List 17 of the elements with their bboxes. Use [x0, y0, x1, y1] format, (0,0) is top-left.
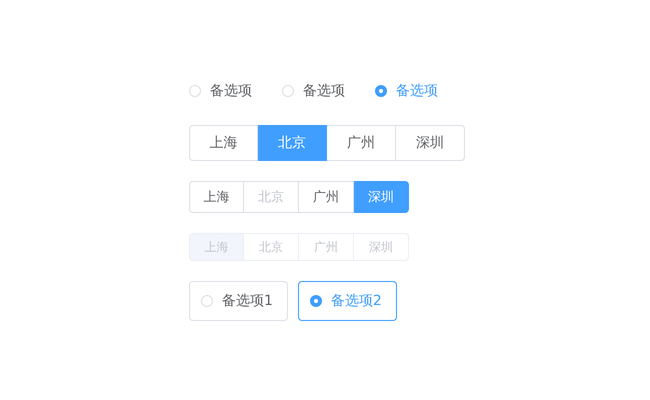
radio-button[interactable]: 广州 — [327, 125, 396, 161]
radio-circle-icon — [282, 85, 294, 97]
radio-button[interactable]: 广州 — [299, 181, 354, 213]
radio-option[interactable]: 备选项1 — [189, 281, 288, 321]
radio-circle-icon — [189, 85, 201, 97]
radio-circle-icon — [375, 85, 387, 97]
radio-option[interactable]: 备选项 — [189, 82, 252, 100]
radio-option[interactable]: 备选项 — [282, 82, 345, 100]
radio-circle-icon — [201, 295, 213, 307]
radio-button[interactable]: 上海 — [189, 181, 244, 213]
radio-option[interactable]: 备选项2 — [298, 281, 397, 321]
radio-circle-icon — [310, 295, 322, 307]
radio-button[interactable]: 深圳 — [354, 181, 409, 213]
radio-button[interactable]: 深圳 — [396, 125, 465, 161]
radio-button[interactable]: 北京 — [258, 125, 327, 161]
radio-button[interactable]: 上海 — [189, 125, 258, 161]
radio-option[interactable]: 备选项 — [375, 82, 438, 100]
